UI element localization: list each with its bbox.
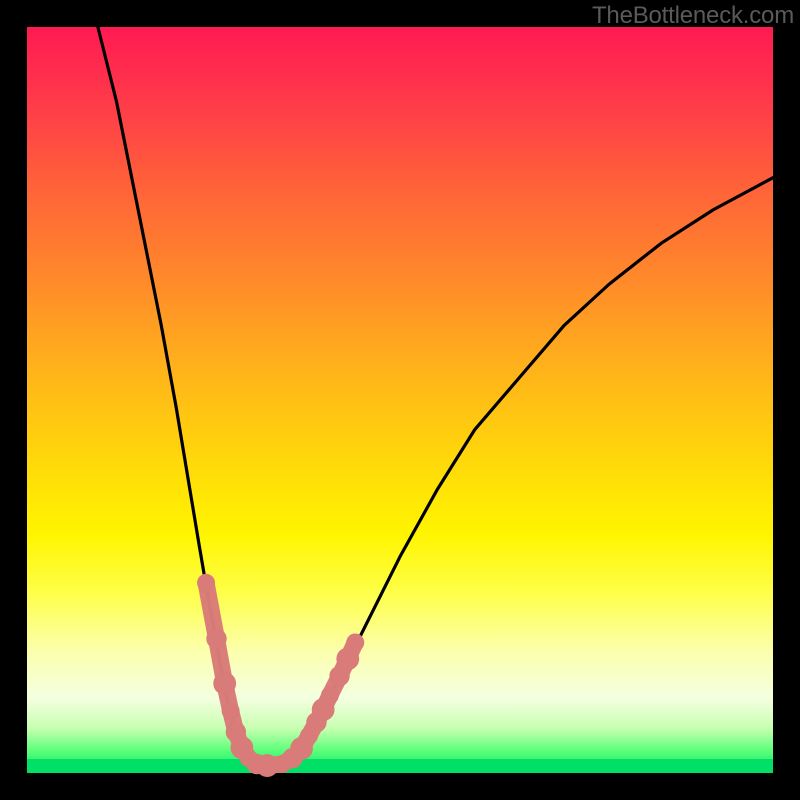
chart-svg [27, 27, 773, 773]
outer-frame: TheBottleneck.com [0, 0, 800, 800]
curve-lines [98, 27, 773, 766]
marker-dot [213, 672, 236, 695]
marker-dot [321, 686, 339, 704]
marker-dot [197, 574, 215, 592]
bottleneck-curve [98, 27, 773, 766]
watermark-text: TheBottleneck.com [592, 2, 794, 30]
plot-area [27, 27, 773, 773]
data-markers [197, 574, 364, 777]
marker-dot [206, 629, 226, 649]
marker-dot [346, 633, 364, 651]
marker-dot [222, 702, 240, 720]
